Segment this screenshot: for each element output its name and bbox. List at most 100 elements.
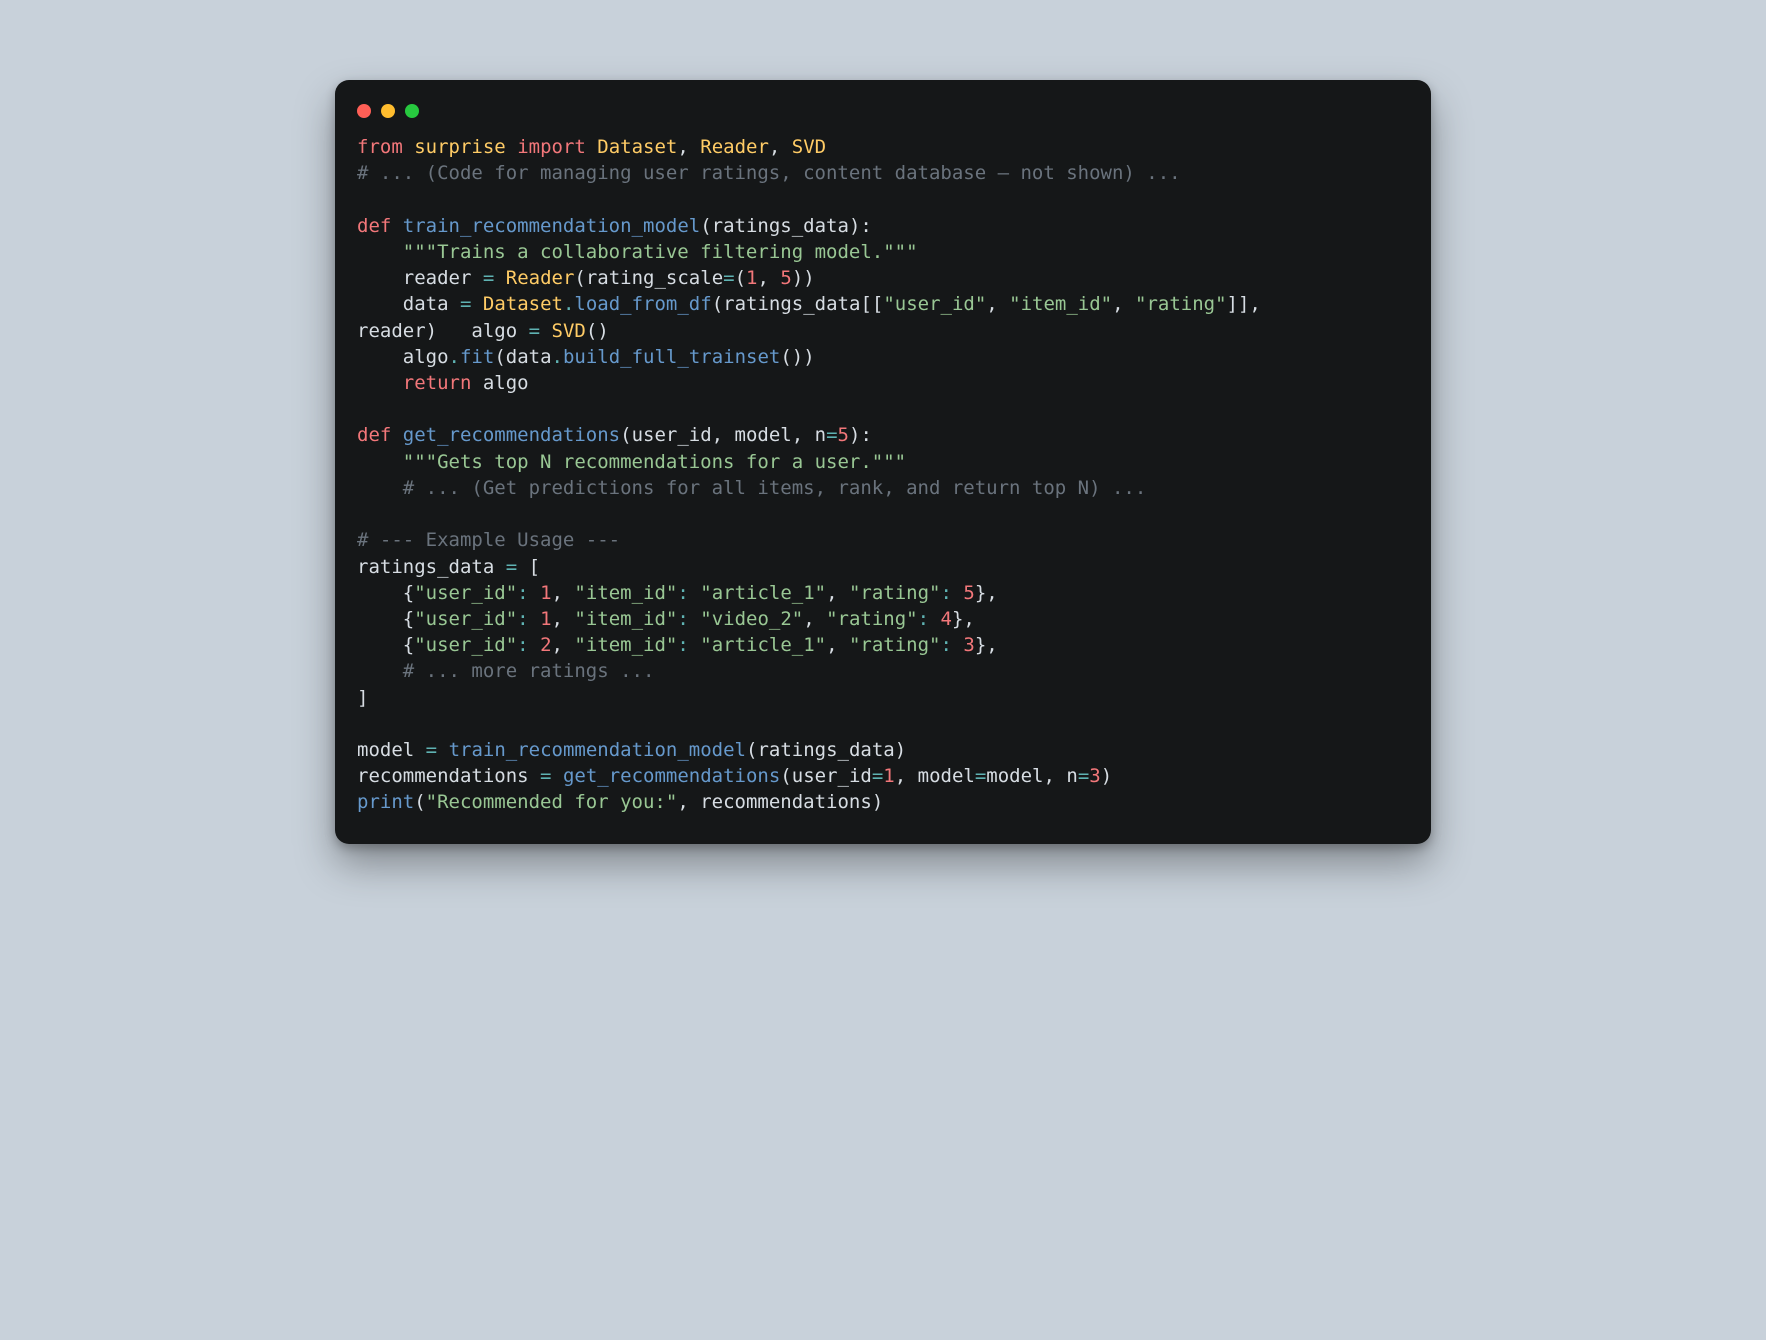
comma: , [826,634,849,656]
colon: : [517,582,540,604]
comment: # ... (Get predictions for all items, ra… [403,477,1147,499]
value: 1 [540,608,551,630]
comma: , [895,765,918,787]
value: 1 [883,765,894,787]
lparen: ( [494,346,505,368]
string-recommended: "Recommended for you:" [426,791,678,813]
fn-print: print [357,791,414,813]
space [517,556,528,578]
equals: = [872,765,883,787]
key-item-id: "item_id" [574,634,677,656]
rparen: ) [426,320,437,342]
value: "article_1" [700,634,826,656]
keyword-def: def [357,424,391,446]
keyword-import: import [517,136,586,158]
method-load-from-df: load_from_df [574,293,711,315]
rbrace: }, [952,608,975,630]
lbracket: [[ [860,293,883,315]
dot: . [449,346,460,368]
comma: , [712,424,735,446]
window-close-dot[interactable] [357,104,371,118]
lparen: ( [780,346,791,368]
arg-model: model [735,424,792,446]
comment-example: # --- Example Usage --- [357,529,620,551]
rbrace: }, [975,582,998,604]
docstring: """Trains a collaborative filtering mode… [403,241,918,263]
lparen: ( [586,320,597,342]
lparen: ( [700,215,711,237]
lparen: ( [712,293,723,315]
value: 5 [963,582,974,604]
key-user-id: "user_id" [414,608,517,630]
keyword-from: from [357,136,403,158]
rparen: ) [803,346,814,368]
arg-user-id: user_id [632,424,712,446]
number-1: 1 [746,267,757,289]
window-zoom-dot[interactable] [405,104,419,118]
value: 2 [540,634,551,656]
string-user-id: "user_id" [883,293,986,315]
comma: , [677,791,700,813]
comma: , [792,424,815,446]
equals: = [426,739,437,761]
value: 3 [1089,765,1100,787]
indent [357,293,403,315]
comma: , [1043,765,1066,787]
lparen: ( [414,791,425,813]
rparen: ) [597,320,608,342]
indent [357,634,403,656]
indent [357,372,403,394]
equals: = [540,765,551,787]
number-5: 5 [780,267,791,289]
indent [357,608,403,630]
space [391,424,402,446]
indent [357,660,403,682]
comment: # ... (Code for managing user ratings, c… [357,162,1181,184]
comma: , [552,608,575,630]
lparen: ( [735,267,746,289]
value: 1 [540,582,551,604]
rparen: ) [1101,765,1112,787]
equals: = [483,267,494,289]
class-reader: Reader [506,267,575,289]
lparen: ( [620,424,631,446]
rparen: ) [872,791,883,813]
indent [357,267,403,289]
rparen-colon: ): [849,424,872,446]
kwarg-user-id: user_id [792,765,872,787]
indent [357,477,403,499]
space [449,293,460,315]
comment: # ... more ratings ... [403,660,655,682]
var-algo: algo [483,372,529,394]
arg-n: n [815,424,826,446]
class-reader: Reader [700,136,769,158]
comma: , [826,582,849,604]
space [494,267,505,289]
kwarg-model: model [918,765,975,787]
fn-get-recommendations: get_recommendations [563,765,780,787]
lbracket: [ [529,556,540,578]
rbracket: ] [357,687,368,709]
colon: : [941,582,964,604]
string-rating: "rating" [1135,293,1227,315]
space [391,215,402,237]
comma: , [1249,293,1260,315]
space [494,556,505,578]
space [471,372,482,394]
space [540,320,551,342]
comma: , [803,608,826,630]
window-minimize-dot[interactable] [381,104,395,118]
value: 3 [963,634,974,656]
code-block: from surprise import Dataset, Reader, SV… [335,134,1431,816]
colon: : [517,634,540,656]
key-user-id: "user_id" [414,634,517,656]
indent [357,582,403,604]
number-5: 5 [838,424,849,446]
string-item-id: "item_id" [1009,293,1112,315]
colon: : [941,634,964,656]
rparen: ) [792,346,803,368]
rparen-colon: ): [849,215,872,237]
arg-ratings-data: ratings_data [757,739,894,761]
var-recommendations: recommendations [700,791,872,813]
dot: . [552,346,563,368]
